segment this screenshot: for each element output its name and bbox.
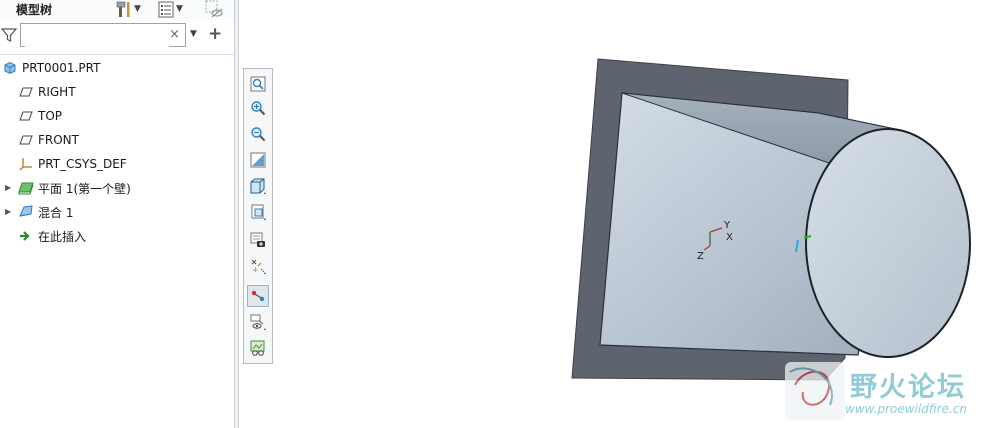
view-manager-button[interactable] <box>247 229 269 251</box>
saved-orientations-button[interactable] <box>247 201 269 223</box>
repaint-icon <box>250 152 266 168</box>
blend-circular-end <box>805 128 971 358</box>
zoom-out-button[interactable] <box>247 123 269 145</box>
refit-button[interactable] <box>247 73 269 95</box>
datum-display-icon <box>251 259 266 274</box>
csys-label-x: X <box>726 232 733 243</box>
zoom-out-icon <box>251 127 266 142</box>
refit-icon <box>250 76 266 92</box>
datum-display-button[interactable] <box>247 255 269 277</box>
display-style-icon <box>250 178 266 194</box>
annotation-display-icon <box>250 314 266 330</box>
graphics-toolbar <box>243 68 273 364</box>
spin-center-button[interactable] <box>247 285 269 307</box>
model-graphics: Y X Z <box>571 58 971 420</box>
annotation-display-button[interactable] <box>247 311 269 333</box>
spin-center-icon <box>251 290 265 302</box>
view-manager-icon <box>250 232 265 247</box>
appearance-icon <box>250 340 265 356</box>
watermark-text: 野火论坛 <box>850 372 966 403</box>
appearance-button[interactable] <box>247 337 269 359</box>
watermark-logo <box>785 362 845 420</box>
csys-label-z: Z <box>697 251 704 262</box>
csys-label-y: Y <box>723 220 731 231</box>
zoom-in-button[interactable] <box>247 97 269 119</box>
watermark-url: www.proewildfire.cn <box>845 402 967 416</box>
zoom-in-icon <box>251 101 266 116</box>
saved-orientations-icon <box>251 204 266 220</box>
repaint-button[interactable] <box>247 149 269 171</box>
display-style-button[interactable] <box>247 175 269 197</box>
